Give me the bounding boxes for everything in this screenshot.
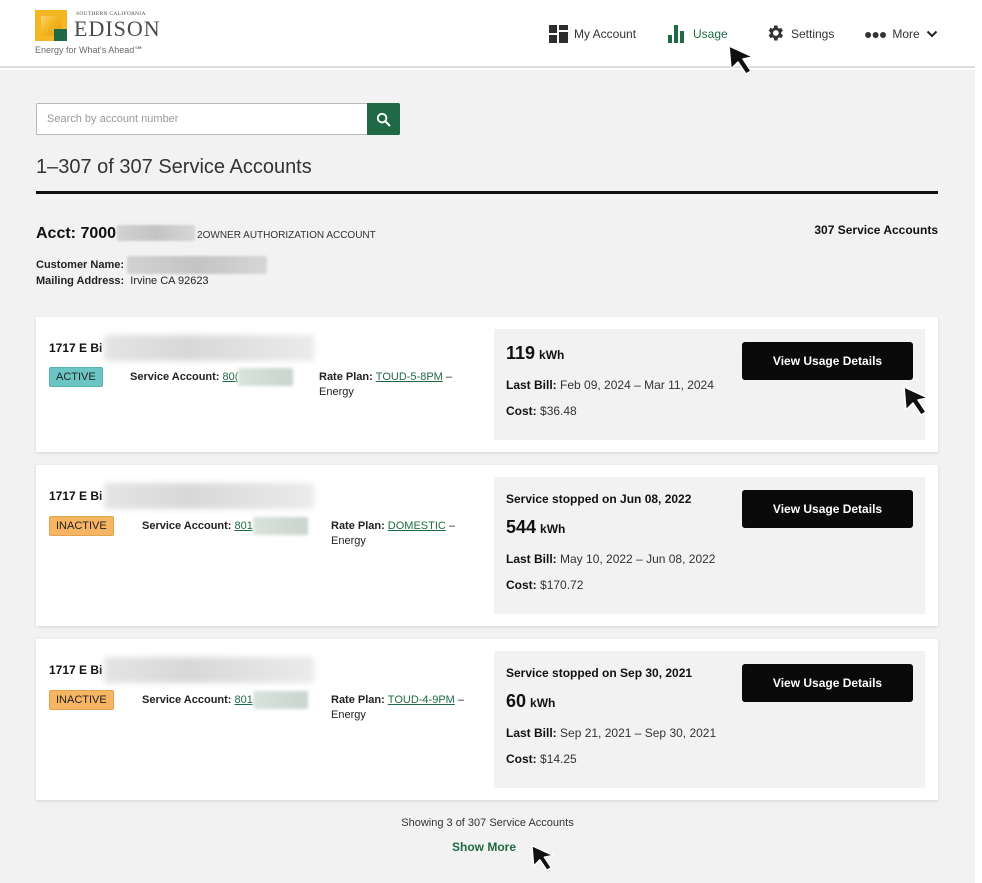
service-account-label: Service Account:	[142, 520, 232, 532]
service-stopped-date: Service stopped on Sep 30, 2021	[506, 666, 693, 680]
mailing-address-label: Mailing Address:	[36, 275, 125, 287]
showing-count: Showing 3 of 307 Service Accounts	[401, 817, 574, 829]
rate-plan: Rate Plan: TOUD-4-9PM – Energy	[331, 694, 465, 721]
redacted-account-number	[117, 225, 196, 241]
bar-chart-icon	[668, 25, 687, 43]
service-account-row: Service Account: 801	[142, 517, 308, 535]
service-account-link[interactable]: 80(	[222, 371, 238, 383]
usage-summary: Service stopped on Sep 30, 2021 60 kWh La…	[494, 651, 925, 788]
redacted-service-account	[252, 517, 308, 535]
usage-summary: Service stopped on Jun 08, 2022 544 kWh L…	[494, 477, 925, 614]
search-button[interactable]	[367, 103, 400, 135]
nav-more-label: More	[892, 27, 920, 41]
last-bill: Last Bill: Sep 21, 2021 – Sep 30, 2021	[506, 726, 717, 740]
mailing-address-value: Irvine CA 92623	[130, 275, 209, 287]
search-icon	[376, 112, 391, 126]
service-account-row: Service Account: 801	[142, 691, 308, 709]
service-address: 1717 E Bi	[49, 335, 315, 361]
chevron-down-icon	[926, 30, 937, 38]
redacted-address	[104, 483, 315, 509]
redacted-address	[104, 335, 315, 361]
redacted-service-account	[238, 368, 294, 386]
edison-logo-mark-icon	[35, 10, 67, 41]
rate-plan-type: Energy	[319, 386, 354, 398]
nav-settings[interactable]: Settings	[765, 22, 834, 46]
service-account-card: 1717 E Bi INACTIVE Service Account: 801 …	[36, 639, 938, 800]
rate-plan-link[interactable]: DOMESTIC	[388, 520, 446, 532]
service-address: 1717 E Bi	[49, 657, 315, 683]
usage-summary: 119 kWh Last Bill: Feb 09, 2024 – Mar 11,…	[494, 329, 925, 440]
kwh-usage: 544 kWh	[506, 517, 566, 537]
account-type: 2OWNER AUTHORIZATION ACCOUNT	[197, 230, 376, 241]
rate-plan-type: Energy	[331, 535, 366, 547]
kwh-usage: 119 kWh	[506, 343, 565, 363]
redacted-address	[104, 657, 315, 683]
edison-logo[interactable]: SOUTHERN CALIFORNIA EDISON Energy for Wh…	[35, 10, 165, 60]
kwh-usage: 60 kWh	[506, 691, 556, 711]
nav-my-account-label: My Account	[574, 27, 637, 41]
title-divider	[36, 191, 938, 194]
status-badge: INACTIVE	[49, 516, 114, 536]
rate-plan-link[interactable]: TOUD-5-8PM	[376, 371, 443, 383]
service-address: 1717 E Bi	[49, 483, 315, 509]
bill-cost: Cost: $14.25	[506, 752, 577, 766]
site-header: SOUTHERN CALIFORNIA EDISON Energy for Wh…	[0, 0, 975, 68]
account-number-label: Acct: 7000	[36, 225, 117, 242]
redacted-customer-name	[127, 256, 268, 274]
nav-usage-label: Usage	[693, 27, 728, 41]
service-account-label: Service Account:	[142, 694, 232, 706]
logo-name: EDISON	[74, 16, 161, 41]
status-badge: ACTIVE	[49, 367, 103, 387]
view-usage-details-button[interactable]: View Usage Details	[742, 490, 913, 528]
nav-my-account[interactable]: My Account	[549, 22, 636, 46]
search-input[interactable]	[37, 104, 367, 134]
mouse-cursor-icon	[531, 845, 554, 871]
account-search	[36, 103, 400, 135]
mouse-cursor-icon	[728, 45, 754, 75]
bill-cost: Cost: $170.72	[506, 578, 584, 592]
customer-name-label: Customer Name:	[36, 259, 125, 271]
service-account-link[interactable]: 801	[234, 520, 252, 532]
nav-settings-label: Settings	[791, 27, 835, 41]
service-account-label: Service Account:	[130, 371, 220, 383]
gear-icon	[765, 23, 785, 46]
service-account-card: 1717 E Bi ACTIVE Service Account: 80( Ra…	[36, 317, 938, 452]
redacted-service-account	[252, 691, 308, 709]
status-badge: INACTIVE	[49, 690, 114, 710]
rate-plan-link[interactable]: TOUD-4-9PM	[388, 694, 455, 706]
rate-plan-type: Energy	[331, 709, 366, 721]
more-dots-icon: ●●●	[864, 26, 887, 42]
rate-plan: Rate Plan: DOMESTIC – Energy	[331, 520, 456, 547]
logo-tagline: Energy for What's Ahead℠	[35, 45, 144, 55]
service-account-link[interactable]: 801	[234, 694, 252, 706]
rate-plan-label: Rate Plan:	[331, 694, 385, 706]
main-content: 1–307 of 307 Service Accounts Acct: 7000…	[0, 70, 975, 883]
service-account-row: Service Account: 80(	[130, 368, 294, 386]
grid-icon	[549, 25, 568, 43]
rate-plan-label: Rate Plan:	[319, 371, 373, 383]
nav-usage[interactable]: Usage	[668, 22, 728, 46]
view-usage-details-button[interactable]: View Usage Details	[742, 342, 913, 380]
rate-plan-label: Rate Plan:	[331, 520, 385, 532]
service-accounts-count: 307 Service Accounts	[814, 223, 938, 237]
accounts-count-title: 1–307 of 307 Service Accounts	[36, 156, 312, 178]
customer-name-row: Customer Name:	[36, 256, 268, 274]
account-header: Acct: 7000 2OWNER AUTHORIZATION ACCOUNT	[36, 222, 376, 243]
rate-plan: Rate Plan: TOUD-5-8PM – Energy	[319, 371, 453, 398]
show-more-link[interactable]: Show More	[452, 840, 516, 854]
view-usage-details-button[interactable]: View Usage Details	[742, 664, 913, 702]
bill-cost: Cost: $36.48	[506, 404, 577, 418]
last-bill: Last Bill: May 10, 2022 – Jun 08, 2022	[506, 552, 716, 566]
nav-more[interactable]: ●●● More	[864, 22, 938, 46]
service-stopped-date: Service stopped on Jun 08, 2022	[506, 492, 692, 506]
mouse-cursor-icon	[903, 386, 929, 416]
service-account-card: 1717 E Bi INACTIVE Service Account: 801 …	[36, 465, 938, 626]
mailing-address-row: Mailing Address: Irvine CA 92623	[36, 275, 209, 287]
last-bill: Last Bill: Feb 09, 2024 – Mar 11, 2024	[506, 378, 714, 392]
